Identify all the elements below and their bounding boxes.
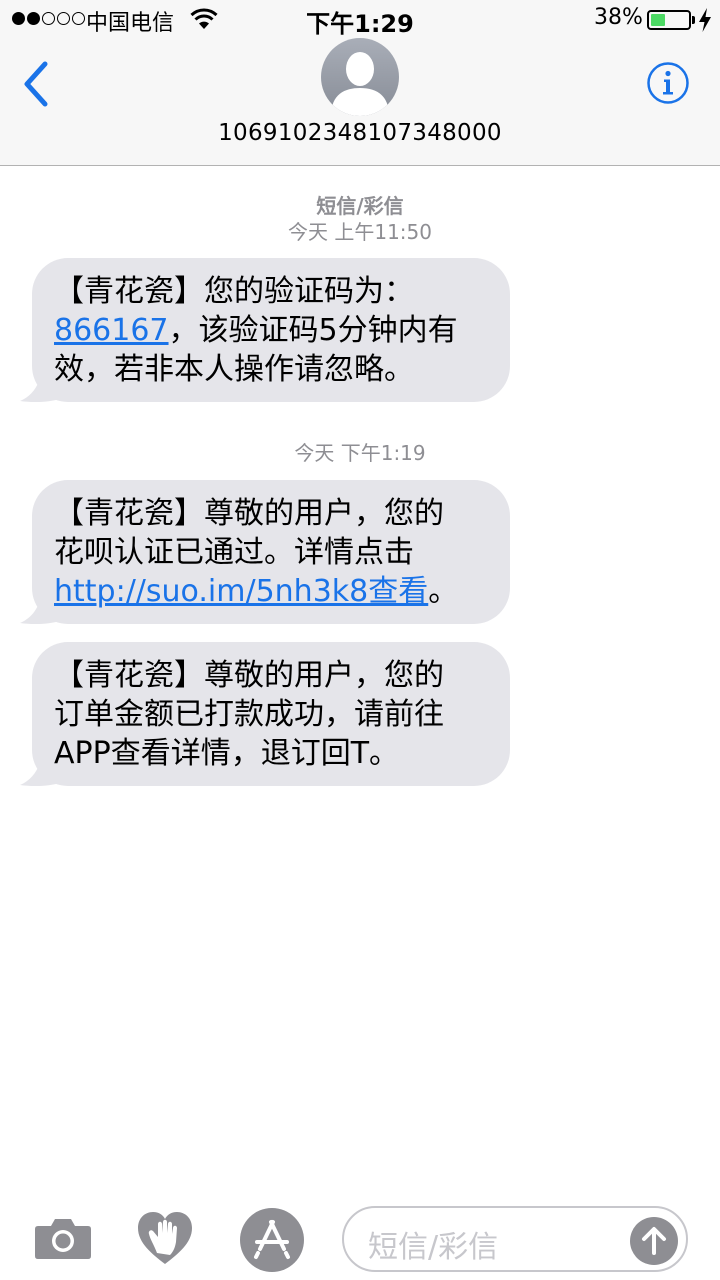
back-button[interactable]: [14, 56, 64, 112]
message-line: APP查看详情，退订回T。: [54, 736, 400, 771]
input-bar: 短信/彩信: [0, 1190, 720, 1280]
message-bubble[interactable]: 【青花瓷】尊敬的用户，您的 订单金额已打款成功，请前往 APP查看详情，退订回T…: [32, 642, 510, 786]
battery-percent: 38%: [594, 5, 643, 30]
person-silhouette-icon: [331, 52, 389, 116]
message-text: 。: [428, 574, 459, 609]
contact-avatar[interactable]: [321, 38, 399, 116]
camera-button[interactable]: [34, 1216, 92, 1260]
verification-code-link[interactable]: 866167: [54, 313, 169, 348]
message-input[interactable]: 短信/彩信: [342, 1206, 688, 1272]
battery-icon: [647, 10, 691, 30]
url-link[interactable]: http://suo.im/5nh3k8查看: [54, 574, 428, 609]
contact-number[interactable]: 1069102348107348000: [0, 120, 720, 146]
digital-touch-button[interactable]: [136, 1210, 194, 1266]
info-button[interactable]: [646, 61, 690, 105]
message-line: 866167，该验证码5分钟内有: [54, 311, 492, 350]
appstore-button[interactable]: [240, 1208, 304, 1272]
message-line: 【青花瓷】您的验证码为：: [54, 274, 414, 309]
arrow-up-icon: [642, 1227, 666, 1255]
status-bar: 中国电信 下午1:29 38%: [0, 0, 720, 40]
message-line: 【青花瓷】尊敬的用户，您的: [54, 496, 444, 531]
charging-icon: [699, 8, 711, 32]
battery-nub: [692, 16, 695, 24]
battery-fill: [651, 14, 665, 26]
message-timestamp: 今天 上午11:50: [288, 220, 432, 244]
message-timestamp: 今天 下午1:19: [294, 441, 426, 465]
message-line: 【青花瓷】尊敬的用户，您的: [54, 658, 444, 693]
appstore-icon: [254, 1220, 290, 1259]
service-label: 短信/彩信: [316, 194, 404, 218]
message-bubble[interactable]: 【青花瓷】尊敬的用户，您的 花呗认证已通过。详情点击 http://suo.im…: [32, 480, 510, 624]
message-placeholder: 短信/彩信: [368, 1230, 499, 1265]
message-bubble[interactable]: 【青花瓷】您的验证码为： 866167，该验证码5分钟内有 效，若非本人操作请忽…: [32, 258, 510, 402]
message-line: 效，若非本人操作请忽略。: [54, 352, 414, 387]
header: 中国电信 下午1:29 38% 1069102348107348000: [0, 0, 720, 166]
message-text: ，该验证码5分钟内有: [168, 313, 458, 348]
message-line: 订单金额已打款成功，请前往: [54, 697, 444, 732]
message-line: http://suo.im/5nh3k8查看。: [54, 572, 492, 611]
send-button[interactable]: [630, 1217, 678, 1265]
message-line: 花呗认证已通过。详情点击: [54, 535, 414, 570]
